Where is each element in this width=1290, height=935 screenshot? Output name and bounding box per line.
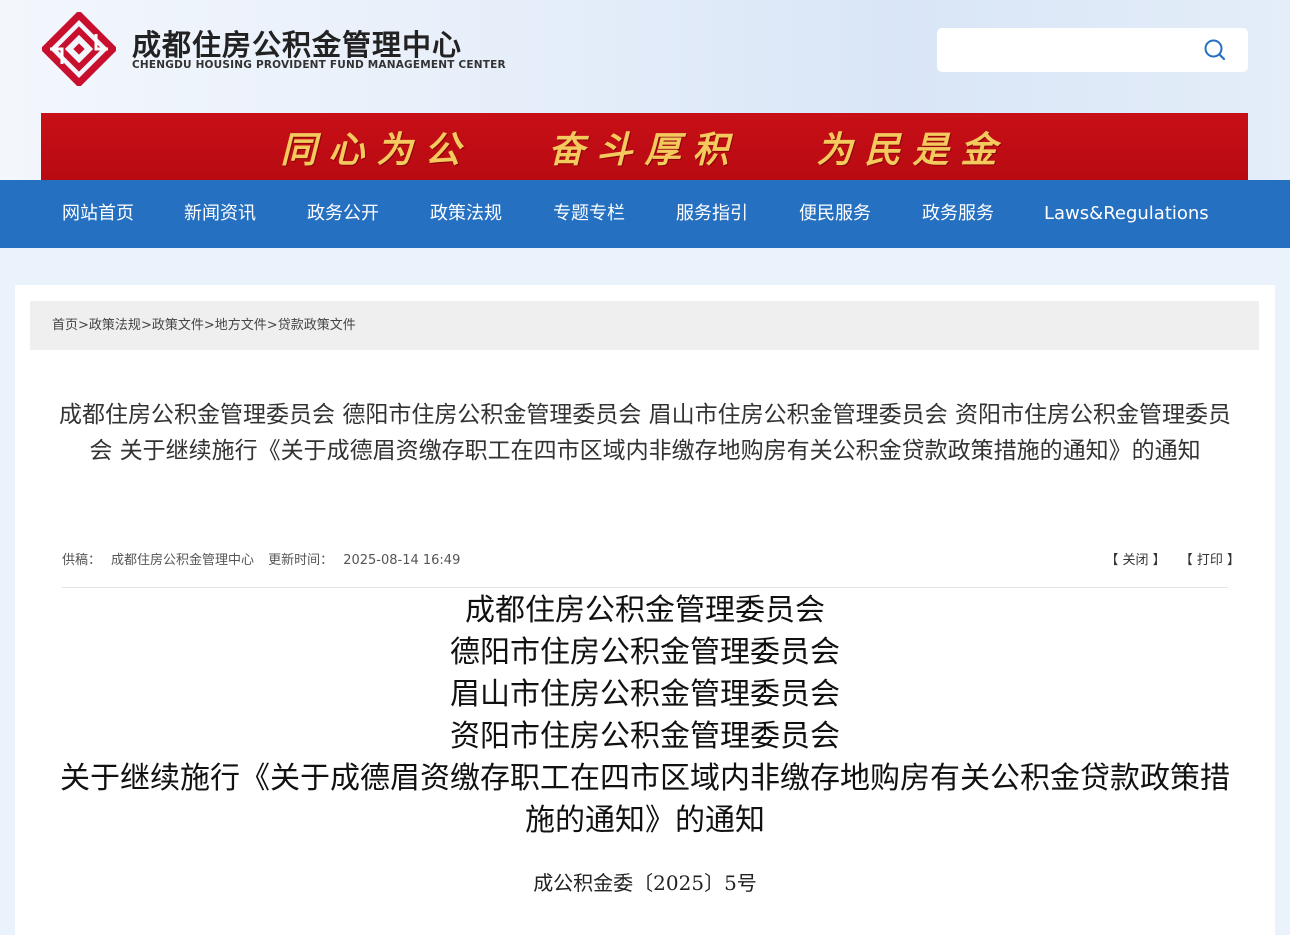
- nav-item-special-topics[interactable]: 专题专栏: [553, 180, 625, 248]
- breadcrumb-loan-policy-documents[interactable]: 贷款政策文件: [278, 318, 356, 333]
- heading-line-1: 成都住房公积金管理委员会: [465, 593, 825, 628]
- breadcrumb-policies[interactable]: 政策法规: [89, 318, 141, 333]
- breadcrumb-home[interactable]: 首页: [52, 318, 78, 333]
- nav-item-service-guide[interactable]: 服务指引: [676, 180, 748, 248]
- search-box: [937, 28, 1248, 72]
- heading-line-5: 关于继续施行《关于成德眉资缴存职工在四市区域内非缴存地购房有关公积金贷款政策措施…: [60, 761, 1230, 838]
- heading-line-4: 资阳市住房公积金管理委员会: [450, 719, 840, 754]
- divider: [62, 587, 1228, 588]
- article-card: 首页>政策法规>政策文件>地方文件>贷款政策文件 成都住房公积金管理委员会 德阳…: [15, 285, 1275, 935]
- breadcrumb-separator: >: [203, 318, 215, 333]
- breadcrumb-local-documents[interactable]: 地方文件: [215, 318, 267, 333]
- nav-item-laws-regulations[interactable]: Laws&Regulations: [1044, 180, 1209, 248]
- breadcrumb: 首页>政策法规>政策文件>地方文件>贷款政策文件: [30, 301, 1259, 350]
- article-title: 成都住房公积金管理委员会 德阳市住房公积金管理委员会 眉山市住房公积金管理委员会…: [59, 402, 1231, 464]
- nav-item-convenience-services[interactable]: 便民服务: [799, 180, 871, 248]
- nav-item-home[interactable]: 网站首页: [62, 180, 134, 248]
- article-meta: 供稿： 成都住房公积金管理中心 更新时间： 2025-08-14 16:49: [62, 549, 470, 568]
- source-value: 成都住房公积金管理中心: [111, 553, 255, 568]
- search-input[interactable]: [937, 28, 1197, 72]
- site-title-english: CHENGDU HOUSING PROVIDENT FUND MANAGEMEN…: [132, 59, 506, 71]
- logo-icon[interactable]: [42, 12, 116, 86]
- site-title: 成都住房公积金管理中心: [132, 28, 463, 62]
- slogan-3: 为民是金: [816, 128, 1009, 171]
- slogan-1: 同心为公: [280, 128, 473, 171]
- updated-value: 2025-08-14 16:49: [343, 553, 461, 568]
- article-actions: 【 关闭 】 【 打印 】: [1095, 549, 1240, 568]
- print-button[interactable]: 【 打印 】: [1180, 553, 1240, 568]
- heading-line-2: 德阳市住房公积金管理委员会: [450, 635, 840, 670]
- nav-item-government-affairs[interactable]: 政务公开: [307, 180, 379, 248]
- heading-line-3: 眉山市住房公积金管理委员会: [450, 677, 840, 712]
- slogan-2: 奋斗厚积: [548, 128, 741, 171]
- breadcrumb-separator: >: [140, 318, 152, 333]
- document-heading: 成都住房公积金管理委员会 德阳市住房公积金管理委员会 眉山市住房公积金管理委员会…: [55, 590, 1235, 842]
- breadcrumb-policy-documents[interactable]: 政策文件: [152, 318, 204, 333]
- close-button[interactable]: 【 关闭 】: [1105, 553, 1165, 568]
- nav-item-government-services[interactable]: 政务服务: [922, 180, 994, 248]
- updated-label: 更新时间：: [268, 553, 334, 568]
- source-label: 供稿：: [62, 553, 102, 568]
- nav-item-news[interactable]: 新闻资讯: [184, 180, 256, 248]
- main-nav: 网站首页 新闻资讯 政务公开 政策法规 专题专栏 服务指引 便民服务 政务服务 …: [0, 180, 1290, 248]
- nav-item-policies[interactable]: 政策法规: [430, 180, 502, 248]
- document-number: 成公积金委〔2025〕5号: [533, 871, 757, 895]
- slogan-banner: 同心为公 奋斗厚积 为民是金: [41, 113, 1248, 180]
- search-icon[interactable]: [1203, 38, 1227, 62]
- breadcrumb-separator: >: [266, 318, 278, 333]
- breadcrumb-separator: >: [78, 318, 89, 333]
